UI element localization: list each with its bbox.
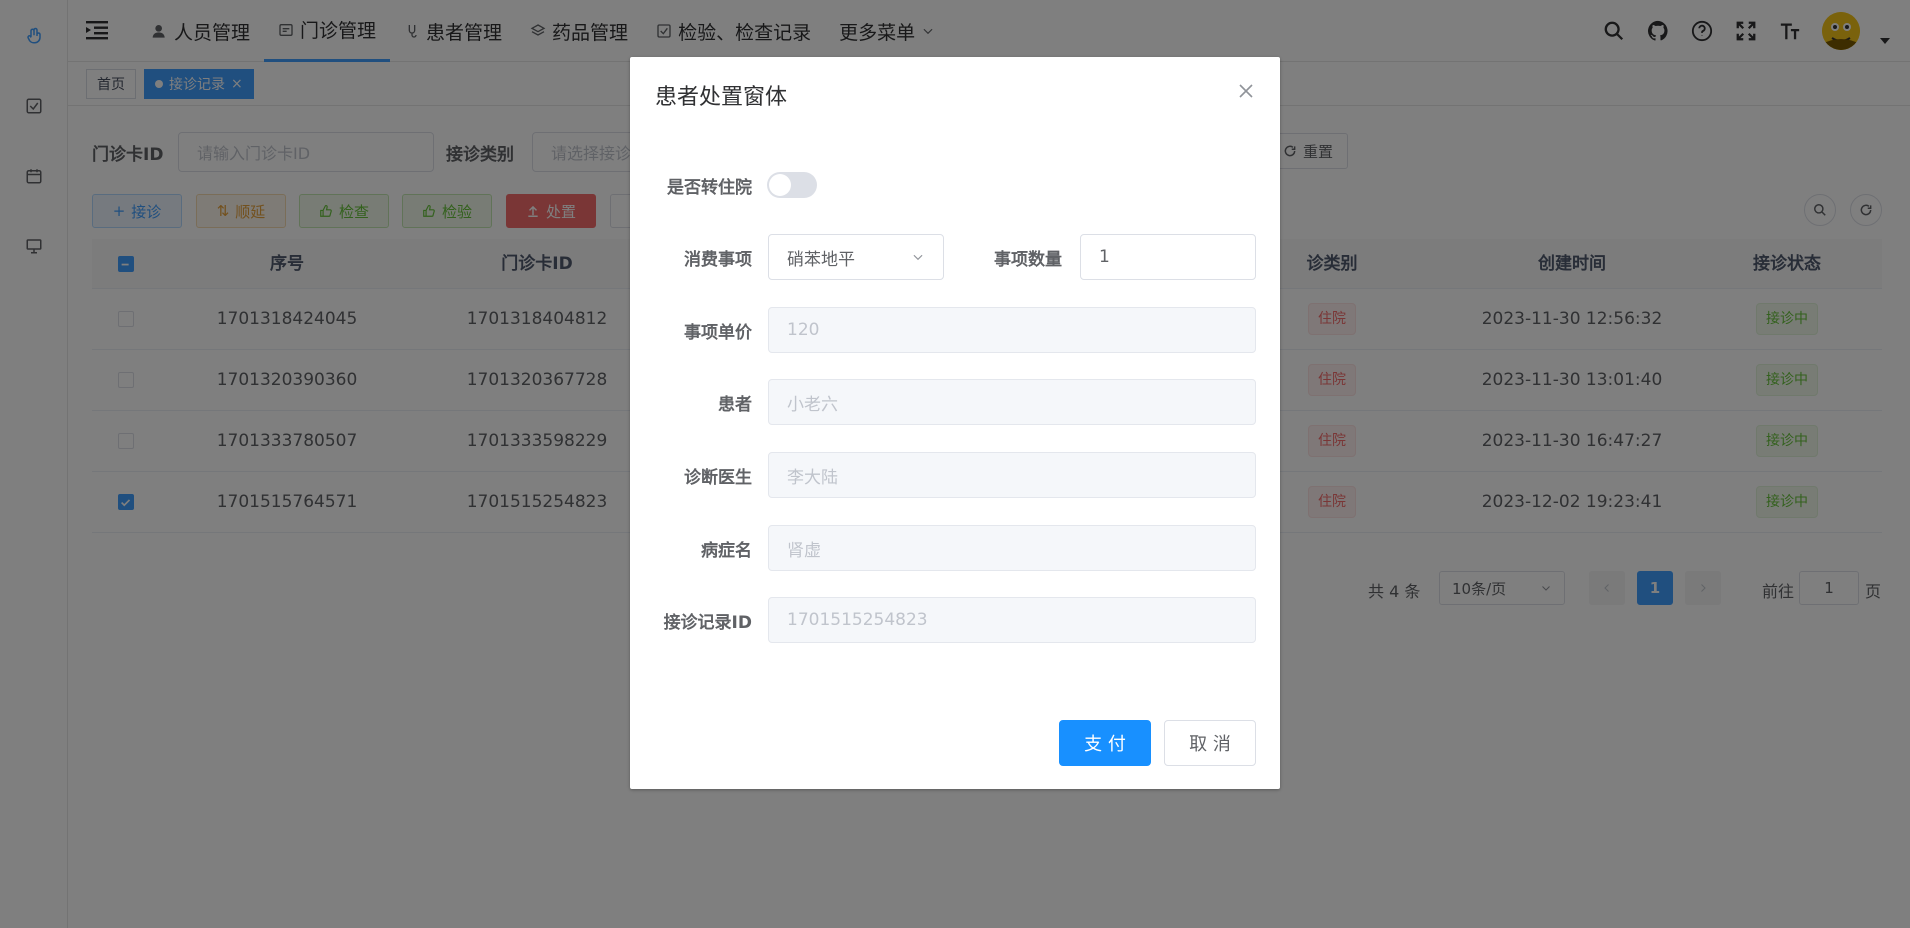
item-select[interactable]: 硝苯地平 <box>768 234 944 280</box>
doctor-input[interactable]: 李大陆 <box>768 452 1256 498</box>
chevron-down-icon <box>913 254 923 261</box>
patient-input[interactable]: 小老六 <box>768 379 1256 425</box>
disease-label: 病症名 <box>701 541 752 561</box>
transfer-label: 是否转住院 <box>667 178 752 198</box>
close-icon[interactable] <box>1238 83 1254 99</box>
doctor-value: 李大陆 <box>787 467 838 488</box>
qty-value: 1 <box>1099 247 1110 267</box>
price-input[interactable]: 120 <box>768 307 1256 353</box>
record-id-input[interactable]: 1701515254823 <box>768 597 1256 643</box>
price-value: 120 <box>787 320 820 340</box>
doctor-label: 诊断医生 <box>684 468 752 488</box>
dialog-title: 患者处置窗体 <box>655 85 788 110</box>
patient-handle-dialog: 患者处置窗体 是否转住院 消费事项 硝苯地平 事项数量 1 事项单价 120 患… <box>630 57 1280 789</box>
record-id-value: 1701515254823 <box>787 610 928 630</box>
patient-value: 小老六 <box>787 394 838 415</box>
pay-button[interactable]: 支 付 <box>1059 720 1151 766</box>
disease-input[interactable]: 肾虚 <box>768 525 1256 571</box>
disease-value: 肾虚 <box>787 540 821 561</box>
patient-label: 患者 <box>718 395 752 415</box>
qty-label: 事项数量 <box>994 250 1062 270</box>
item-value: 硝苯地平 <box>787 249 855 270</box>
transfer-switch[interactable] <box>767 172 817 198</box>
record-id-label: 接诊记录ID <box>663 613 752 633</box>
switch-knob <box>769 174 791 196</box>
cancel-button[interactable]: 取 消 <box>1164 720 1256 766</box>
item-label: 消费事项 <box>684 250 752 270</box>
qty-input[interactable]: 1 <box>1080 234 1256 280</box>
price-label: 事项单价 <box>684 323 752 343</box>
